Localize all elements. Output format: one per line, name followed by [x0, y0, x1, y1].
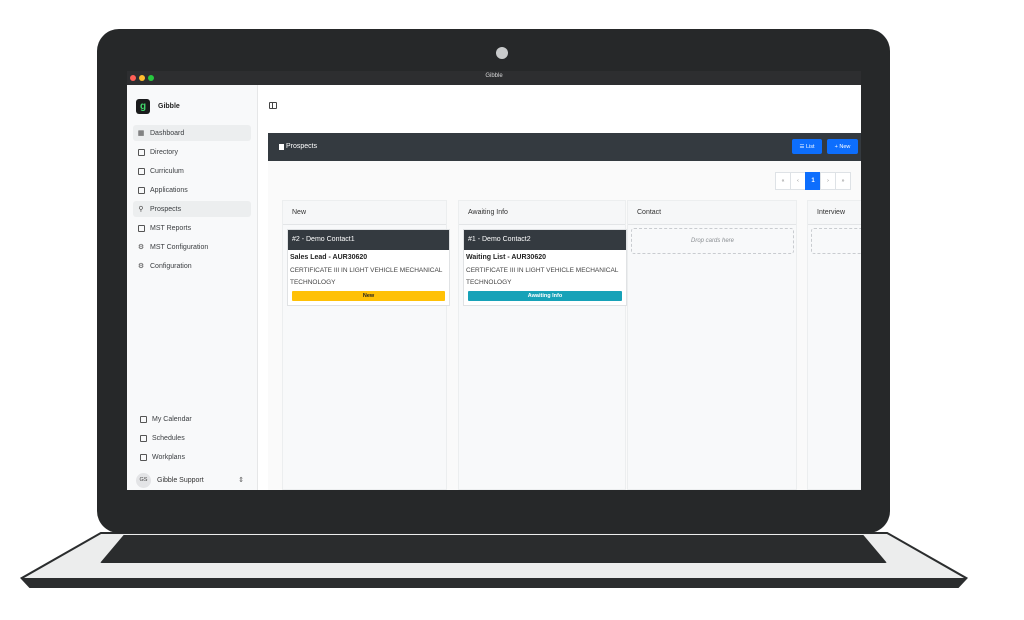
column-title: New — [283, 201, 446, 225]
sidebar-item-label: Curriculum — [150, 167, 184, 175]
status-badge: New — [292, 291, 445, 301]
kanban-board: « ‹ 1 › » New #2 - Demo Contact1 Sales L… — [268, 161, 861, 490]
brand-name: Gibble — [158, 103, 180, 110]
stage: Gibble g Gibble ▦ Dashboard Directory Cu… — [0, 0, 1024, 620]
kanban-column-interview: Interview — [807, 200, 861, 490]
sidebar-item-mst-configuration[interactable]: ⚙ MST Configuration — [133, 239, 251, 255]
sidebar-item-my-calendar[interactable]: My Calendar — [139, 411, 253, 427]
grid-icon: ▦ — [137, 130, 145, 137]
sidebar-item-label: MST Configuration — [150, 243, 209, 251]
sidebar-item-schedules[interactable]: Schedules — [139, 430, 253, 446]
main-content: Prospects ☰ List + New « ‹ 1 › » New #2 … — [258, 85, 861, 490]
window-title: Gibble — [485, 73, 503, 79]
avatar: GS — [136, 472, 151, 488]
app-window: Gibble g Gibble ▦ Dashboard Directory Cu… — [127, 71, 861, 490]
window-titlebar: Gibble — [127, 71, 861, 85]
calendar-icon — [139, 415, 147, 423]
prospect-card[interactable]: #2 - Demo Contact1 Sales Lead - AUR30620… — [287, 229, 450, 306]
card-course: CERTIFICATE III IN LIGHT VEHICLE MECHANI… — [290, 267, 443, 286]
sidebar-item-label: Workplans — [152, 453, 185, 461]
gear-icon: ⚙ — [137, 263, 145, 270]
brand[interactable]: g Gibble — [136, 99, 180, 114]
drop-zone[interactable]: Drop cards here — [631, 228, 794, 254]
sidebar-item-curriculum[interactable]: Curriculum — [133, 163, 251, 179]
file-icon — [137, 186, 145, 194]
prospect-card[interactable]: #1 - Demo Contact2 Waiting List - AUR306… — [463, 229, 627, 306]
sidebar-item-label: Configuration — [150, 262, 192, 270]
sidebar-item-label: Applications — [150, 186, 188, 194]
list-view-button[interactable]: ☰ List — [792, 139, 822, 154]
gear-icon: ⚙ — [137, 244, 145, 251]
status-badge: Awaiting Info — [468, 291, 622, 301]
page-title-text: Prospects — [286, 143, 318, 150]
sidebar-nav: ▦ Dashboard Directory Curriculum Applica… — [133, 125, 251, 277]
laptop-keyboard — [100, 535, 887, 563]
sidebar-item-dashboard[interactable]: ▦ Dashboard — [133, 125, 251, 141]
kanban-column-new: New #2 - Demo Contact1 Sales Lead - AUR3… — [282, 200, 450, 490]
page-prev-button[interactable]: ‹ — [790, 172, 806, 190]
column-title: Interview — [808, 201, 861, 225]
card-title: #1 - Demo Contact2 — [464, 230, 626, 250]
user-icon: ⚲ — [138, 206, 144, 213]
card-subtitle: Sales Lead - AUR30620 — [290, 254, 368, 261]
sidebar-bottom-nav: My Calendar Schedules Workplans — [139, 411, 253, 468]
page-last-button[interactable]: » — [835, 172, 851, 190]
sidebar-item-mst-reports[interactable]: MST Reports — [133, 220, 251, 236]
card-course: CERTIFICATE III IN LIGHT VEHICLE MECHANI… — [466, 267, 619, 286]
document-icon — [279, 143, 284, 150]
page-next-button[interactable]: › — [820, 172, 836, 190]
sidebar-item-directory[interactable]: Directory — [133, 144, 251, 160]
new-prospect-button[interactable]: + New — [827, 139, 858, 154]
chevron-updown-icon: ⇕ — [238, 477, 244, 484]
calendar-icon — [139, 434, 147, 442]
monitor-icon — [137, 167, 145, 175]
sidebar-item-label: MST Reports — [150, 224, 192, 232]
card-subtitle: Waiting List - AUR30620 — [466, 254, 546, 261]
calendar-icon — [137, 224, 145, 232]
sidebar-item-label: Dashboard — [150, 129, 185, 137]
brand-logo: g — [136, 99, 150, 114]
sidebar-toggle-icon[interactable] — [269, 102, 277, 109]
sidebar-item-label: Prospects — [150, 205, 182, 213]
sidebar-item-workplans[interactable]: Workplans — [139, 449, 253, 465]
drop-zone[interactable] — [811, 228, 861, 254]
camera-icon — [496, 47, 508, 59]
user-menu[interactable]: GS Gibble Support ⇕ — [136, 471, 250, 489]
user-name: Gibble Support — [157, 476, 204, 484]
kanban-column-awaiting-info: Awaiting Info #1 - Demo Contact2 Waiting… — [458, 200, 627, 490]
column-title: Awaiting Info — [459, 201, 625, 225]
book-icon — [137, 148, 145, 156]
sidebar-item-label: Directory — [150, 148, 179, 156]
kanban-column-contact: Contact Drop cards here — [627, 200, 797, 490]
page-first-button[interactable]: « — [775, 172, 791, 190]
prospects-header: Prospects ☰ List + New — [268, 133, 861, 161]
sidebar-item-label: Schedules — [152, 434, 185, 442]
sidebar-item-applications[interactable]: Applications — [133, 182, 251, 198]
sidebar: g Gibble ▦ Dashboard Directory Curriculu… — [127, 85, 258, 490]
page-current-button[interactable]: 1 — [805, 172, 821, 190]
pagination: « ‹ 1 › » — [775, 172, 851, 190]
card-title: #2 - Demo Contact1 — [288, 230, 449, 250]
clipboard-icon — [139, 453, 147, 461]
column-title: Contact — [628, 201, 796, 225]
sidebar-item-label: My Calendar — [152, 415, 192, 423]
sidebar-item-configuration[interactable]: ⚙ Configuration — [133, 258, 251, 274]
sidebar-item-prospects[interactable]: ⚲ Prospects — [133, 201, 251, 217]
page-title: Prospects — [279, 143, 317, 150]
